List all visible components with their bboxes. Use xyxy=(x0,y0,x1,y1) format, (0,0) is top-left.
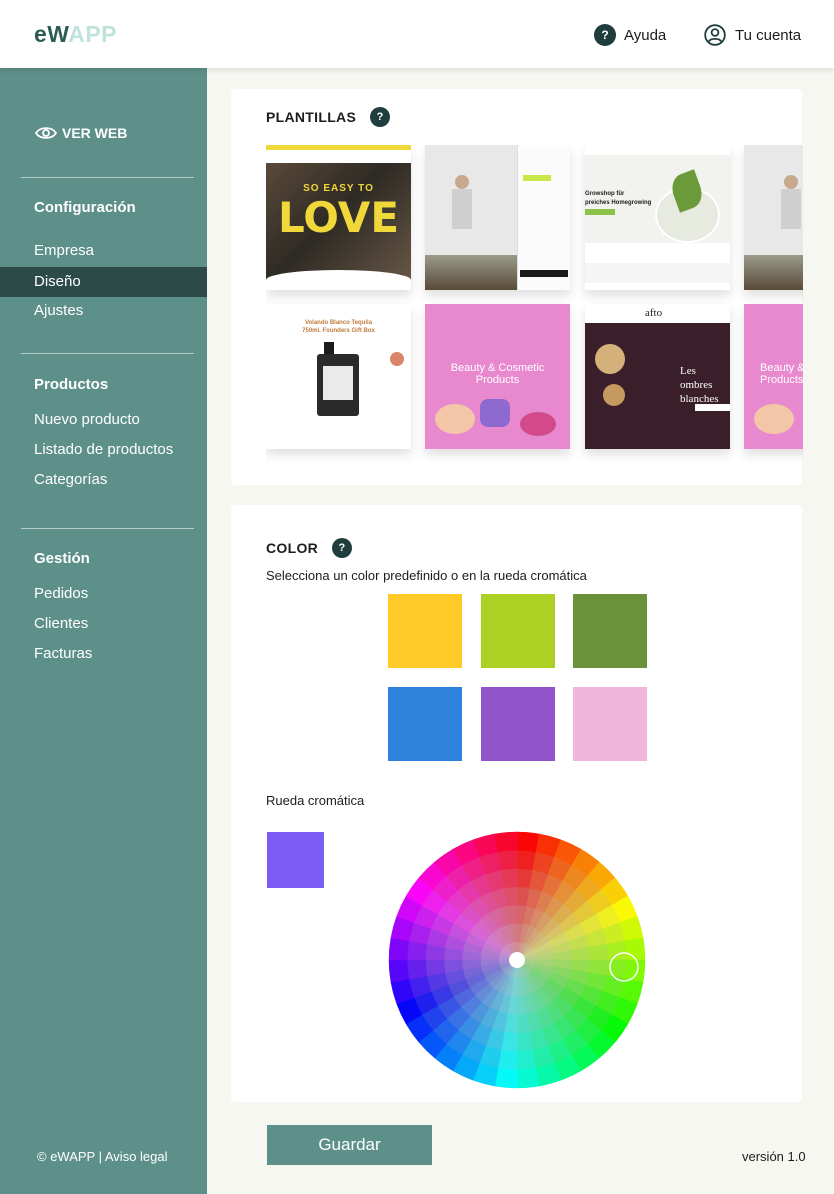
help-icon: ? xyxy=(594,24,616,46)
template-5-title: Volando Blanco Tequila xyxy=(304,320,373,326)
templates-strip: SO EASY TO LOVE Growshop für preiches Ho… xyxy=(266,145,803,465)
color-wheel-segment xyxy=(606,940,627,961)
color-wheel-segment xyxy=(407,959,428,980)
selected-color-preview xyxy=(267,832,324,888)
wheel-center-handle[interactable] xyxy=(509,952,525,968)
template-7-hero: Les ombres blanches xyxy=(680,365,719,405)
color-wheel-segment xyxy=(497,850,518,871)
template-8-hero: Beauty & Cosmetic Products xyxy=(760,362,803,386)
template-3-subtitle: preiches Homegrowing xyxy=(585,200,652,206)
color-wheel-segment xyxy=(388,959,410,983)
template-thumbnail[interactable] xyxy=(744,145,803,290)
template-7-logo: afto xyxy=(645,307,663,319)
color-wheel-segment xyxy=(516,1049,537,1070)
section-title-gestion: Gestión xyxy=(34,550,90,567)
sidebar-item-categorias[interactable]: Categorías xyxy=(0,465,207,495)
sidebar: VER WEB Configuración Empresa Diseño Aju… xyxy=(0,68,207,1194)
color-swatch-olive[interactable] xyxy=(573,594,647,668)
color-wheel-segment xyxy=(624,937,646,961)
section-title-productos: Productos xyxy=(34,376,109,393)
account-link[interactable]: Tu cuenta xyxy=(704,24,801,46)
color-wheel-segment xyxy=(624,959,646,983)
color-title-text: COLOR xyxy=(266,540,319,556)
color-wheel-segment xyxy=(494,1067,518,1089)
version-label: versión 1.0 xyxy=(742,1149,806,1164)
templates-title-text: PLANTILLAS xyxy=(266,109,357,125)
top-header: eWAPP ? Ayuda Tu cuenta xyxy=(0,0,834,68)
help-label: Ayuda xyxy=(624,26,667,44)
color-card: COLOR ? Selecciona un color predefinido … xyxy=(231,505,802,1102)
sidebar-item-nuevo-producto[interactable]: Nuevo producto xyxy=(0,405,207,435)
template-thumbnail[interactable] xyxy=(425,145,570,290)
color-wheel-segment xyxy=(494,831,518,853)
template-3-title: Growshop für xyxy=(585,191,625,197)
color-wheel-segment xyxy=(516,831,540,853)
template-1-hero: LOVE xyxy=(277,193,400,242)
color-swatch-lime[interactable] xyxy=(481,594,555,668)
color-wheel-segment xyxy=(388,937,410,961)
wheel-label: Rueda cromática xyxy=(266,793,365,808)
color-wheel[interactable] xyxy=(386,829,648,1091)
template-6-hero: Beauty & Cosmetic Products xyxy=(450,362,545,386)
user-account-icon xyxy=(704,24,726,46)
template-thumbnail[interactable]: Beauty & Cosmetic Products xyxy=(744,304,803,449)
logo-part-2: APP xyxy=(68,21,118,47)
template-thumbnail[interactable]: Beauty & Cosmetic Products xyxy=(425,304,570,449)
color-swatch-yellow[interactable] xyxy=(388,594,462,668)
view-web-label: VER WEB xyxy=(62,125,128,141)
sidebar-item-ajustes[interactable]: Ajustes xyxy=(0,296,207,326)
sidebar-divider xyxy=(21,528,194,529)
template-thumbnail[interactable]: afto Les ombres blanches xyxy=(585,304,730,449)
help-link[interactable]: ? Ayuda xyxy=(594,24,666,46)
help-icon[interactable]: ? xyxy=(332,538,353,558)
sidebar-item-diseno[interactable]: Diseño xyxy=(0,267,207,297)
logo[interactable]: eWAPP xyxy=(34,21,117,48)
color-swatch-blue[interactable] xyxy=(388,687,462,761)
sidebar-divider xyxy=(21,177,194,178)
sidebar-item-facturas[interactable]: Facturas xyxy=(0,639,207,669)
account-label: Tu cuenta xyxy=(735,26,802,44)
save-button[interactable]: Guardar xyxy=(267,1125,432,1165)
eye-icon xyxy=(35,127,57,139)
view-web-link[interactable]: VER WEB xyxy=(35,125,127,141)
sidebar-item-empresa[interactable]: Empresa xyxy=(0,236,207,266)
template-5-subtitle: 750ml. Founders Gift Box xyxy=(302,328,375,334)
sidebar-footer[interactable]: © eWAPP | Aviso legal xyxy=(37,1149,168,1164)
template-thumbnail[interactable]: Growshop für preiches Homegrowing xyxy=(585,145,730,290)
color-title: COLOR ? xyxy=(266,538,353,558)
sidebar-item-clientes[interactable]: Clientes xyxy=(0,609,207,639)
color-swatch-pink[interactable] xyxy=(573,687,647,761)
color-subtitle: Selecciona un color predefinido o en la … xyxy=(266,568,587,583)
color-wheel-segment xyxy=(516,1067,540,1089)
help-icon[interactable]: ? xyxy=(370,107,391,127)
sidebar-item-listado-productos[interactable]: Listado de productos xyxy=(0,435,207,465)
templates-card: PLANTILLAS ? SO EASY TO LOVE Growshop fü… xyxy=(231,89,803,485)
templates-title: PLANTILLAS ? xyxy=(266,107,391,127)
color-swatch-purple[interactable] xyxy=(481,687,555,761)
template-thumbnail[interactable]: Volando Blanco Tequila 750ml. Founders G… xyxy=(266,304,411,449)
section-title-configuracion: Configuración xyxy=(34,199,136,216)
sidebar-item-pedidos[interactable]: Pedidos xyxy=(0,579,207,609)
template-thumbnail[interactable]: SO EASY TO LOVE xyxy=(266,145,411,290)
logo-part-1: eW xyxy=(34,21,69,47)
sidebar-divider xyxy=(21,353,194,354)
